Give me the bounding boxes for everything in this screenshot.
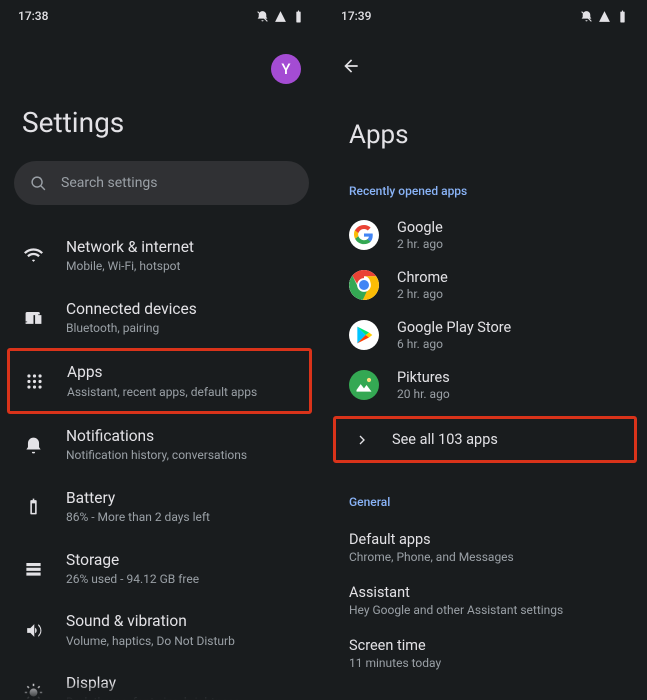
status-icons (256, 10, 305, 23)
settings-item-network[interactable]: Network & internetMobile, Wi-Fi, hotspot (0, 225, 323, 287)
recent-app-google[interactable]: Google2 hr. ago (323, 210, 647, 260)
page-title: Apps (323, 80, 647, 150)
section-recent-header: Recently opened apps (323, 150, 647, 210)
settings-item-battery[interactable]: Battery86% - More than 2 days left (0, 476, 323, 538)
search-icon (30, 175, 47, 192)
status-time: 17:38 (18, 9, 48, 23)
profile-avatar[interactable]: Y (271, 54, 301, 84)
recent-app-chrome[interactable]: Chrome2 hr. ago (323, 260, 647, 310)
volume-icon (24, 621, 43, 640)
settings-item-apps[interactable]: AppsAssistant, recent apps, default apps (10, 351, 309, 411)
signal-icon (274, 10, 287, 23)
play-store-app-icon (349, 320, 379, 350)
settings-item-connected-devices[interactable]: Connected devicesBluetooth, pairing (0, 287, 323, 349)
apps-screen: 17:39 Apps Recently opened apps Google2 … (323, 0, 647, 700)
highlight-apps: AppsAssistant, recent apps, default apps (7, 348, 312, 414)
settings-item-storage[interactable]: Storage26% used - 94.12 GB free (0, 538, 323, 600)
general-screen-time[interactable]: Screen time 11 minutes today (323, 627, 647, 680)
status-time: 17:39 (341, 9, 371, 23)
search-input[interactable]: Search settings (14, 161, 309, 205)
piktures-app-icon (349, 370, 379, 400)
general-assistant[interactable]: Assistant Hey Google and other Assistant… (323, 574, 647, 627)
wifi-icon (24, 246, 43, 265)
arrow-back-icon (341, 56, 361, 76)
google-app-icon (349, 220, 379, 250)
chevron-right-icon (354, 432, 370, 448)
chrome-app-icon (349, 270, 379, 300)
dnd-icon (580, 10, 593, 23)
settings-list: Network & internetMobile, Wi-Fi, hotspot… (0, 221, 323, 700)
battery-icon (616, 10, 629, 23)
section-general-header: General (323, 475, 647, 521)
highlight-see-all: See all 103 apps (333, 416, 637, 463)
see-all-apps-button[interactable]: See all 103 apps (336, 419, 634, 460)
settings-screen: 17:38 Y Settings Search settings Network… (0, 0, 323, 700)
settings-item-sound[interactable]: Sound & vibrationVolume, haptics, Do Not… (0, 599, 323, 661)
dnd-icon (256, 10, 269, 23)
status-bar: 17:38 (0, 0, 323, 30)
search-placeholder: Search settings (61, 175, 158, 191)
status-bar: 17:39 (323, 0, 647, 30)
back-button[interactable] (323, 30, 647, 80)
page-title: Settings (0, 84, 323, 161)
devices-icon (24, 308, 43, 327)
apps-grid-icon (25, 372, 44, 391)
battery-icon (24, 497, 43, 516)
battery-icon (292, 10, 305, 23)
recent-app-piktures[interactable]: Piktures20 hr. ago (323, 360, 647, 410)
signal-icon (598, 10, 611, 23)
settings-item-notifications[interactable]: NotificationsNotification history, conve… (0, 414, 323, 476)
storage-icon (24, 559, 43, 578)
general-default-apps[interactable]: Default apps Chrome, Phone, and Messages (323, 521, 647, 574)
status-icons (580, 10, 629, 23)
bell-icon (24, 436, 43, 455)
recent-app-play-store[interactable]: Google Play Store6 hr. ago (323, 310, 647, 360)
